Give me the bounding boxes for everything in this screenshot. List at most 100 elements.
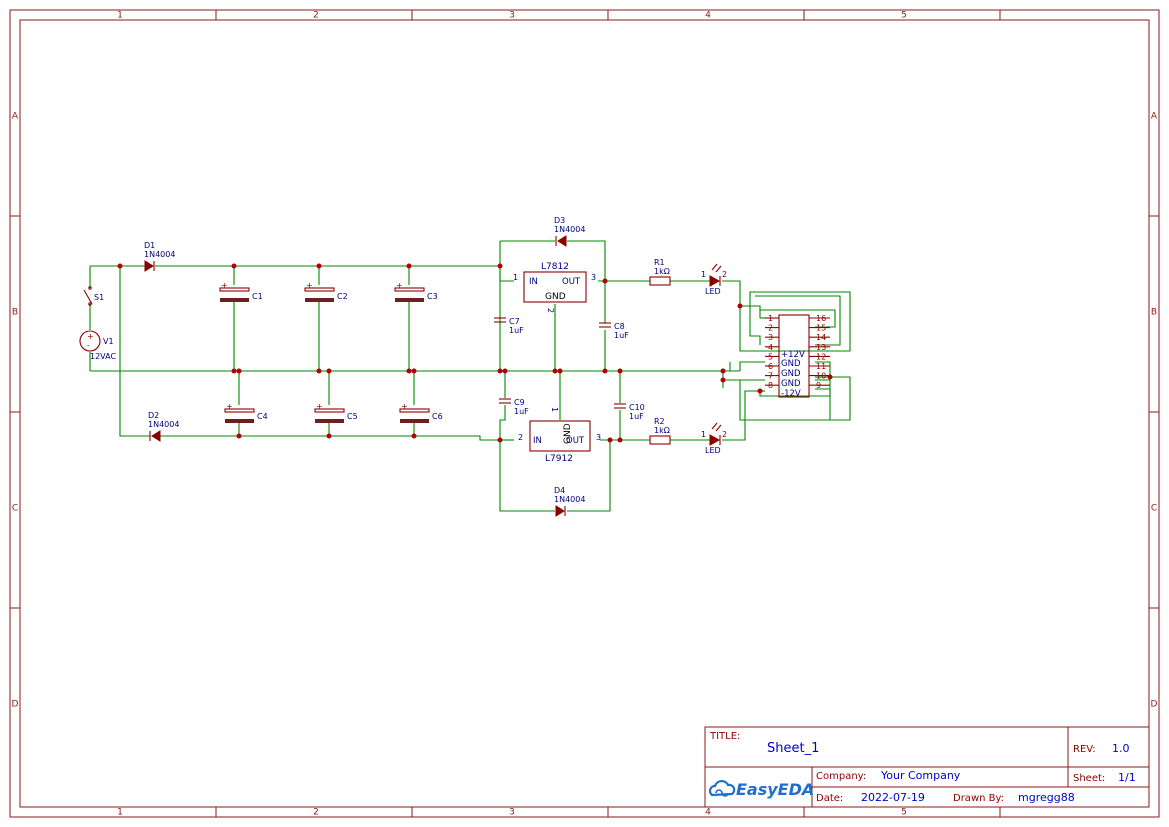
l7812-pin1-num: 1 [513,273,518,282]
l7912-name: L7912 [545,454,573,464]
c4-ref: C4 [257,412,268,421]
header-label: GND [781,359,801,369]
date-value: 2022-07-19 [861,791,925,804]
v1-minus-sign: - [87,341,90,350]
c6-plus: + [401,402,408,411]
c5-plus: + [316,402,323,411]
capacitor-c7: C7 1uF [494,317,524,335]
c3-plus: + [396,281,403,290]
row-label-right: B [1151,308,1157,318]
capacitor-c5: + C5 [314,402,358,423]
capacitor-c10: C10 1uF [614,403,645,421]
r2-ref: R2 [654,417,665,426]
l7812-pin2-num: 2 [546,308,555,313]
capacitor-c8: C8 1uF [599,322,629,340]
easyeda-logo: EasyEDA [736,780,814,799]
column-label-bottom: 2 [313,808,319,818]
led2-ref: LED [705,446,721,455]
header-left-pin-number: 3 [768,333,773,342]
sheet-frame: 1 2 3 4 5 1 2 3 4 5 A B C D A B C D [9,9,1160,818]
c8-ref: C8 [614,322,625,331]
column-label-top: 4 [705,11,711,21]
d2-ref: D2 [148,411,159,420]
header-label: GND [781,379,801,389]
capacitor-c9: C9 1uF [499,398,529,416]
l7912-pin-gnd: GND [563,423,573,444]
d1-ref: D1 [144,241,155,250]
title-value: Sheet_1 [767,741,819,756]
connector-header: 12345678 161514131211109 +12V GND GND GN… [765,314,830,399]
date-label: Date: [816,793,843,804]
c7-ref: C7 [509,317,520,326]
d3-value: 1N4004 [554,225,585,234]
c2-ref: C2 [337,292,348,301]
l7812-pin3-num: 3 [591,273,596,282]
resistor-r2: R2 1kΩ [649,417,671,445]
led-2: 1 2 LED [701,422,727,455]
c3-ref: C3 [427,292,438,301]
switch-s1: S1 [83,286,104,306]
header-right-pin-number: 13 [816,343,826,352]
c7-value: 1uF [509,326,524,335]
row-label-left: C [12,504,18,514]
c8-value: 1uF [614,331,629,340]
d2-value: 1N4004 [148,420,179,429]
header-right-pin-number: 10 [816,372,826,381]
c10-ref: C10 [629,403,645,412]
company-label: Company: [816,771,866,782]
resistor-r1: R1 1kΩ [649,258,671,286]
title-block: TITLE: Sheet_1 REV: 1.0 Company: Your Co… [704,726,1150,808]
c10-value: 1uF [629,412,644,421]
l7812-pin-in: IN [529,277,538,287]
junctions [117,263,833,443]
voltage-source-v1: + - V1 12VAC [79,330,116,361]
c9-value: 1uF [514,407,529,416]
c4-plus: + [226,402,233,411]
s1-ref: S1 [94,293,104,302]
led-1: 1 2 LED [701,263,727,296]
drawn-by-label: Drawn By: [953,793,1004,804]
title-label: TITLE: [709,731,740,742]
header-right-pin-number: 12 [816,352,826,361]
company-value: Your Company [880,769,961,782]
header-left-pin-number: 8 [768,381,773,390]
c5-ref: C5 [347,412,358,421]
c1-plus: + [221,281,228,290]
capacitor-c1: + C1 [219,281,263,302]
schematic-sheet: 1 2 3 4 5 1 2 3 4 5 A B C D A B C D S1 +… [9,9,1160,818]
row-label-left: D [12,700,19,710]
header-right-pin-number: 16 [816,314,826,323]
c6-ref: C6 [432,412,443,421]
l7812-pin-out: OUT [562,277,581,287]
header-label: GND [781,369,801,379]
v1-ref: V1 [103,337,114,346]
r2-value: 1kΩ [654,426,670,435]
l7912-pin-in: IN [533,436,542,446]
column-label-top: 3 [509,11,515,21]
header-left-pin-number: 1 [768,314,773,323]
column-label-bottom: 1 [117,808,123,818]
d1-value: 1N4004 [144,250,175,259]
d3-ref: D3 [554,216,565,225]
capacitor-c6: + C6 [399,402,443,423]
v1-value: 12VAC [90,352,116,361]
c9-ref: C9 [514,398,525,407]
d4-ref: D4 [554,486,565,495]
led1-pin1: 1 [701,270,706,279]
led2-pin2: 2 [722,430,727,439]
l7912-pin1-num: 1 [550,407,559,412]
row-label-left: A [12,112,19,122]
rev-label: REV: [1073,744,1096,755]
header-right-pin-number: 14 [816,333,826,342]
column-label-top: 1 [117,11,123,21]
v1-plus-sign: + [87,332,94,341]
rev-value: 1.0 [1112,742,1130,755]
header-left-pin-number: 6 [768,362,773,371]
c1-ref: C1 [252,292,263,301]
l7912-pin3-num: 3 [596,433,601,442]
header-right-pin-number: 9 [816,381,821,390]
row-label-right: A [1151,112,1158,122]
row-label-left: B [12,308,18,318]
header-right-pin-number: 11 [816,362,826,371]
header-left-pin-number: 7 [768,372,773,381]
